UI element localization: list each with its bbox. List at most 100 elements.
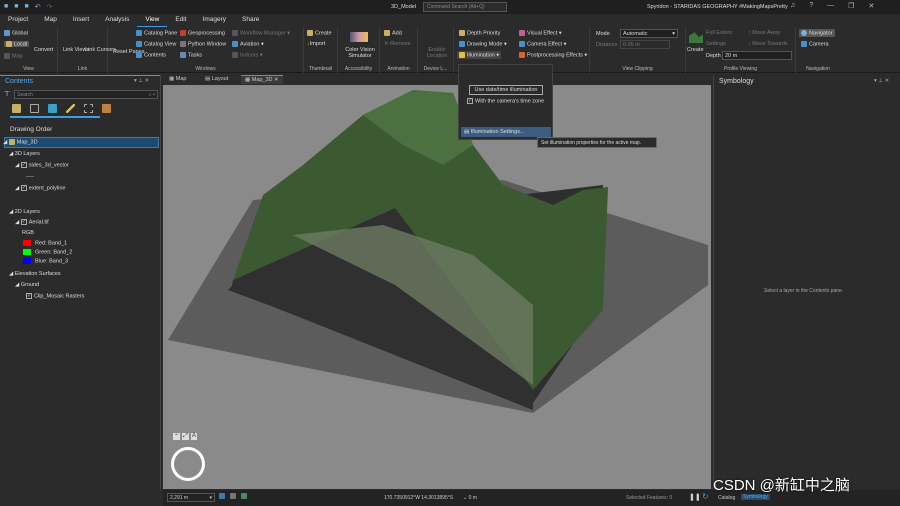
indoors-button[interactable]: Indoors ▾ [232, 52, 263, 58]
tab-edit[interactable]: Edit [167, 14, 194, 27]
layer-sides-3d-vector[interactable]: ◢ ✓ sides_3d_vector [15, 162, 69, 168]
move-away-button[interactable]: ↑ Move Away [748, 30, 780, 36]
illumination-button[interactable]: Illumination ▾ [457, 51, 502, 60]
layer-extent-polyline[interactable]: ◢ ✓ extent_polyline [15, 185, 65, 191]
create-profile-button[interactable]: Create [687, 47, 704, 53]
layer-checkbox[interactable]: ✓ [20, 219, 27, 225]
layer-clip-mosaic[interactable]: ✓ Clip_Mosaic Rasters [26, 293, 84, 299]
tab-map[interactable]: Map [36, 14, 65, 27]
python-window-button[interactable]: Python Window [180, 41, 226, 47]
expand-icon[interactable]: ⌃ [173, 433, 181, 440]
group-label: View [23, 66, 34, 72]
redo-icon[interactable]: ↷ [47, 3, 53, 11]
map-icon [4, 53, 10, 59]
group-2d-layers[interactable]: ◢ 2D Layers [9, 209, 40, 215]
restore-icon[interactable]: ❐ [848, 2, 854, 10]
grid-icon[interactable] [230, 493, 236, 499]
import-thumbnail-button[interactable]: ↓Import [307, 41, 325, 47]
tab-imagery[interactable]: Imagery [195, 14, 234, 27]
clipping-distance-input[interactable]: 0.05 m [620, 40, 670, 49]
map-button[interactable]: Map [4, 53, 23, 59]
list-by-labeling-icon[interactable] [102, 104, 111, 113]
notification-icon[interactable]: ♫ [790, 2, 795, 10]
depth-input[interactable]: 20 m [722, 51, 792, 60]
depth-priority-button[interactable]: Depth Priority [459, 30, 500, 36]
contents-search-input[interactable]: Search ⌕ ▾ [14, 90, 158, 99]
contents-title: Contents [5, 78, 34, 85]
tab-view[interactable]: View [137, 14, 168, 27]
add-keyframe-button[interactable]: Add [384, 30, 402, 36]
navigator-button[interactable]: Navigator [799, 29, 835, 38]
camera-effect-button[interactable]: Camera Effect ▾ [519, 41, 566, 47]
filter-icon[interactable]: ⊤ [4, 90, 10, 98]
open-icon[interactable]: ■ [14, 3, 18, 11]
list-by-drawing-order-icon[interactable] [12, 104, 21, 113]
navigator-control[interactable] [171, 447, 205, 481]
scale-select[interactable]: 2,291 m ▾ [167, 493, 215, 502]
snapping-icon[interactable] [219, 493, 225, 499]
tab-analysis[interactable]: Analysis [97, 14, 137, 27]
list-by-editing-icon[interactable] [66, 104, 75, 113]
camera-button[interactable]: Camera [801, 41, 829, 47]
pane-controls[interactable]: ▾ ⊥ ✕ [134, 78, 149, 84]
save-icon[interactable]: ■ [24, 3, 28, 11]
create-thumbnail-button[interactable]: Create [307, 30, 332, 36]
new-project-icon[interactable]: ■ [4, 3, 8, 11]
layer-checkbox[interactable]: ✓ [20, 162, 27, 168]
list-by-selection-icon[interactable] [48, 104, 57, 113]
convert-button[interactable]: Convert [34, 47, 53, 53]
refresh-icon[interactable]: ↻ [702, 492, 709, 501]
aviation-button[interactable]: Aviation ▾ [232, 41, 264, 47]
enable-location-button[interactable]: Enable Location [422, 47, 452, 59]
tasks-button[interactable]: Tasks [180, 52, 202, 58]
use-datetime-illumination-button[interactable]: Use date/time illumination [469, 85, 543, 95]
close-icon[interactable]: ✕ [868, 2, 874, 10]
layer-checkbox[interactable]: ✓ [26, 293, 32, 299]
remove-keyframe-button[interactable]: ✕ Remove [384, 41, 411, 47]
map-item-label[interactable]: ◢ Map_3D [3, 139, 38, 145]
tab-share[interactable]: Share [234, 14, 267, 27]
group-elevation-surfaces[interactable]: ◢ Elevation Surfaces [9, 271, 61, 277]
minimize-icon[interactable]: — [827, 2, 834, 10]
tab-layout-view[interactable]: ▤ Layout [201, 75, 232, 83]
postprocessing-effects-button[interactable]: Postprocessing Effects ▾ [519, 52, 587, 58]
tab-insert[interactable]: Insert [65, 14, 97, 27]
constraints-icon[interactable] [241, 493, 247, 499]
catalog-pane-button[interactable]: Catalog Pane [136, 30, 177, 36]
north-icon[interactable]: A [190, 433, 197, 440]
list-by-snapping-icon[interactable] [84, 104, 93, 113]
workflow-manager-button[interactable]: Workflow Manager ▾ [232, 30, 290, 36]
catalog-tab[interactable]: Catalog [718, 495, 735, 501]
geoprocessing-button[interactable]: Geoprocessing [180, 30, 225, 36]
local-button[interactable]: Local [4, 41, 30, 48]
color-vision-simulator-button[interactable]: Color Vision Simulator [342, 47, 378, 59]
settings-button[interactable]: Settings [706, 41, 726, 47]
full-extent-icon[interactable]: ⤢ [182, 433, 189, 440]
tab-map-3d-view[interactable]: ▦ Map_3D ✕ [241, 75, 283, 84]
catalog-view-button[interactable]: Catalog View [136, 41, 176, 47]
layer-aerial[interactable]: ◢ ✓ Aerial.tif [15, 219, 49, 225]
layer-checkbox[interactable]: ✓ [20, 185, 27, 191]
tab-project[interactable]: Project [0, 14, 36, 27]
contents-button[interactable]: Contents [136, 52, 166, 58]
move-towards-button[interactable]: ↓ Move Towards [748, 41, 788, 47]
list-by-source-icon[interactable] [30, 104, 39, 113]
command-search-input[interactable]: Command Search (Alt+Q) [423, 2, 507, 12]
quick-access-toolbar[interactable]: ■ ■ ■ ↶ ↷ [4, 3, 52, 11]
ground-surface[interactable]: ◢ Ground [15, 282, 39, 288]
clipping-mode-select[interactable]: Automatic ▾ [620, 29, 678, 38]
illumination-settings-item[interactable]: ▤ Illumination Settings... [461, 127, 551, 137]
group-label: Windows [195, 66, 216, 72]
full-extent-button[interactable]: Full Extent [706, 30, 732, 36]
pause-icon[interactable]: ❚❚ [689, 493, 701, 501]
drawing-mode-button[interactable]: Drawing Mode ▾ [459, 41, 507, 47]
group-3d-layers[interactable]: ◢ 3D Layers [9, 151, 40, 157]
global-button[interactable]: Global [4, 30, 28, 36]
tab-map-view[interactable]: ▦ Map [165, 75, 190, 83]
help-icon[interactable]: ? [809, 2, 813, 10]
coordinates-readout: 170.7350912°W 14.3013895°S [384, 495, 454, 501]
pane-controls[interactable]: ▾ ⊥ ✕ [874, 78, 889, 84]
camera-time-zone-checkbox[interactable]: ✓ With the camera's time zone [467, 98, 544, 104]
visual-effect-button[interactable]: Visual Effect ▾ [519, 30, 562, 36]
undo-icon[interactable]: ↶ [35, 3, 41, 11]
